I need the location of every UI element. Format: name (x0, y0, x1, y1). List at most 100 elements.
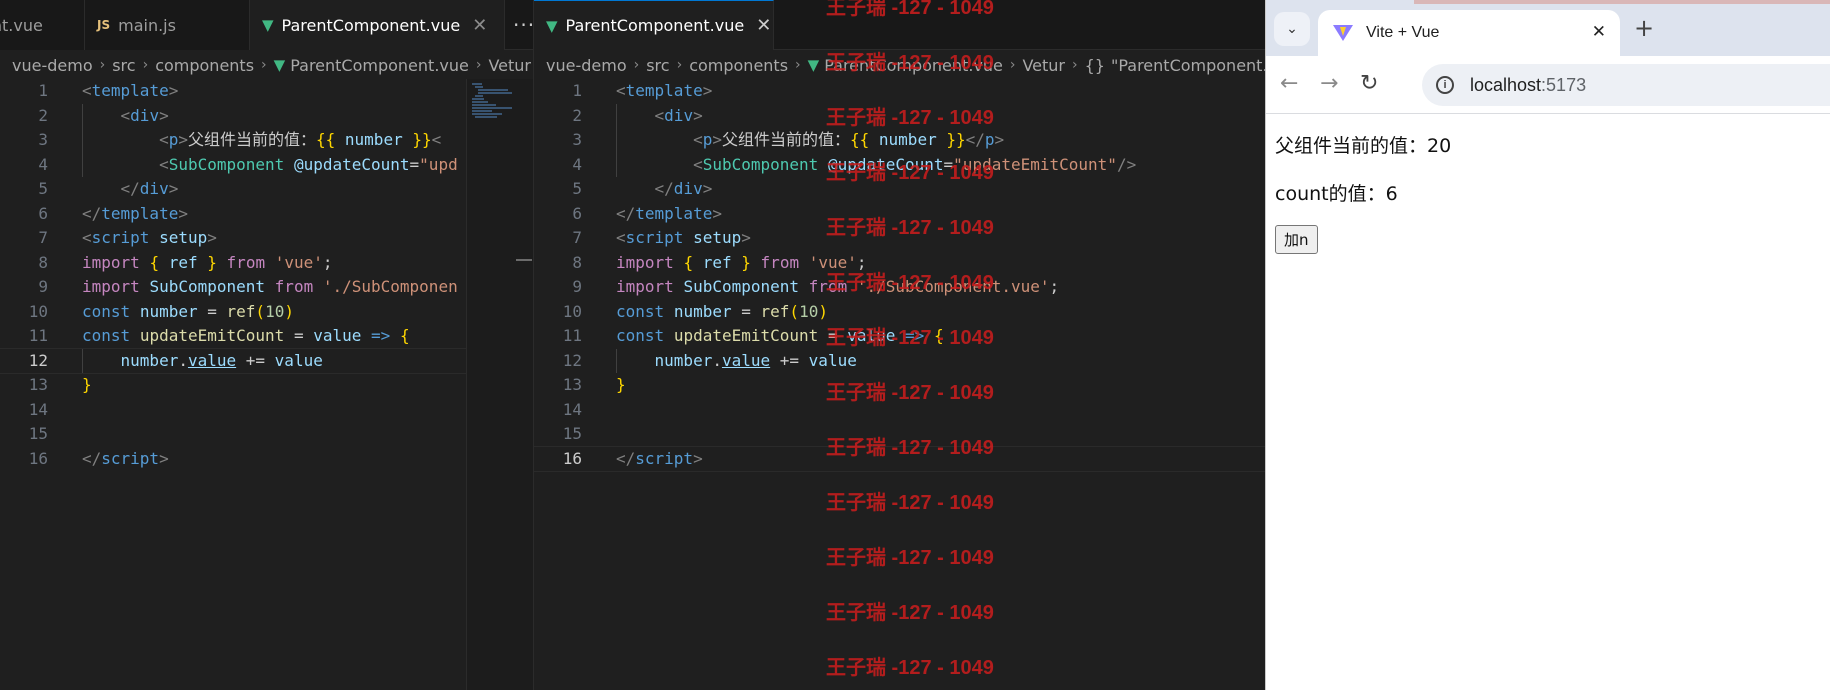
line-number: 9 (38, 277, 48, 296)
breadcrumb-item[interactable]: src (646, 56, 669, 75)
tab-label: ent.vue (0, 15, 43, 35)
line-number: 14 (28, 399, 48, 419)
line-number: 14 (562, 399, 582, 419)
breadcrumb-item[interactable]: vue-demo (546, 56, 627, 75)
vue-file-icon: ▼ (273, 56, 286, 74)
parent-value-text: 父组件当前的值：20 (1275, 135, 1452, 157)
breadcrumb-item[interactable]: vue-demo (12, 56, 93, 75)
chevron-right-icon: › (676, 57, 683, 73)
code-line: number.value += value (654, 350, 857, 370)
breadcrumb-item[interactable]: "ParentComponent.vu (1111, 56, 1265, 75)
line-number: 1 (572, 81, 582, 100)
line-number: 2 (38, 105, 48, 125)
window-titlebar-accent (1414, 0, 1830, 4)
code-line: <template> (82, 81, 179, 100)
tab-subcomponent[interactable]: ent.vue (0, 0, 85, 50)
breadcrumb-item[interactable]: Vetur (488, 56, 531, 75)
tab-label: ParentComponent.vue (565, 16, 745, 35)
forward-arrow-icon[interactable]: → (1320, 71, 1338, 96)
breadcrumb: vue-demo › src › components › ▼ ParentCo… (0, 51, 533, 79)
right-tab-bar: ▼ ParentComponent.vue ✕ (534, 0, 1265, 50)
minimap[interactable] (466, 79, 533, 690)
code-line: <script setup> (616, 228, 751, 247)
add-n-button[interactable]: 加n (1275, 225, 1318, 254)
breadcrumb-item[interactable]: src (112, 56, 135, 75)
line-number: 3 (572, 130, 582, 149)
code-line: number.value += value (120, 350, 323, 370)
browser-window: ⌄ Vite + Vue ✕ + ← → ↻ i localhost:5173 … (1265, 0, 1830, 690)
new-tab-icon[interactable]: + (1634, 14, 1654, 42)
tab-parent-component[interactable]: ▼ ParentComponent.vue ✕ (534, 0, 774, 50)
site-info-icon[interactable]: i (1436, 76, 1454, 94)
browser-tab-title: Vite + Vue (1366, 24, 1440, 41)
tab-label: ParentComponent.vue (281, 15, 461, 35)
close-icon[interactable]: ✕ (756, 15, 771, 36)
close-tab-icon[interactable]: ✕ (1592, 22, 1606, 42)
code-line: <SubComponent @updateCount="upd (159, 154, 458, 174)
code-line: </script> (616, 448, 703, 468)
browser-toolbar: ← → ↻ i localhost:5173 (1266, 56, 1830, 114)
line-number: 10 (562, 301, 582, 321)
code-line: <div> (654, 105, 703, 125)
code-line: } (82, 375, 92, 394)
line-number: 8 (38, 252, 48, 272)
scrollbar-thumb[interactable] (516, 259, 532, 261)
code-line: const updateEmitCount = value => { (616, 326, 944, 345)
address-bar[interactable]: i localhost:5173 (1422, 64, 1830, 106)
chevron-right-icon: › (142, 57, 149, 73)
line-number: 2 (572, 105, 582, 125)
line-number: 8 (572, 252, 582, 272)
line-number: 12 (562, 350, 582, 370)
line-number: 12 (28, 350, 48, 370)
code-line: <SubComponent @updateCount="updateEmitCo… (693, 154, 1137, 174)
code-line: import SubComponent from './SubComponen (82, 277, 458, 296)
tab-main-js[interactable]: JS main.js (85, 0, 250, 50)
code-line: import { ref } from 'vue'; (82, 252, 333, 272)
line-number: 6 (38, 203, 48, 223)
line-number: 15 (562, 424, 582, 443)
code-line: const updateEmitCount = value => { (82, 326, 410, 345)
line-number: 7 (38, 228, 48, 247)
line-number: 3 (38, 130, 48, 149)
vue-file-icon: ▼ (262, 16, 274, 34)
count-value-text: count的值：6 (1275, 183, 1398, 205)
vue-file-icon: ▼ (807, 56, 820, 74)
url-host: localhost (1470, 74, 1542, 95)
line-number: 16 (28, 448, 48, 468)
breadcrumb-item[interactable]: components (689, 56, 788, 75)
code-line: const number = ref(10) (616, 301, 828, 321)
back-arrow-icon[interactable]: ← (1280, 71, 1298, 96)
breadcrumb-item[interactable]: Vetur (1022, 56, 1065, 75)
browser-tab[interactable]: Vite + Vue ✕ (1318, 10, 1620, 56)
reload-icon[interactable]: ↻ (1360, 71, 1378, 96)
code-line: </div> (120, 179, 179, 198)
right-editor-pane: ▼ ParentComponent.vue ✕ vue-demo › src ›… (533, 0, 1265, 690)
tab-parent-component[interactable]: ▼ ParentComponent.vue ✕ (250, 0, 505, 50)
code-line: </script> (82, 448, 169, 468)
line-number: 5 (572, 179, 582, 198)
js-file-icon: JS (97, 18, 111, 32)
tab-search-chevron-icon[interactable]: ⌄ (1274, 12, 1310, 46)
code-line: </template> (616, 203, 722, 223)
code-line: <template> (616, 81, 713, 100)
breadcrumb-item[interactable]: ParentComponent.vue (824, 56, 1003, 75)
line-number: 9 (572, 277, 582, 296)
chevron-right-icon: › (633, 57, 640, 73)
line-number: 13 (28, 375, 48, 394)
breadcrumb-item[interactable]: components (155, 56, 254, 75)
line-number: 7 (572, 228, 582, 247)
line-number: 4 (38, 154, 48, 174)
code-line: <p>父组件当前的值：{{ number }}< (159, 130, 442, 149)
line-number: 15 (28, 424, 48, 443)
code-line: import { ref } from 'vue'; (616, 252, 867, 272)
more-actions-icon[interactable]: ··· (513, 0, 533, 50)
vue-file-icon: ▼ (546, 16, 558, 35)
line-number: 6 (572, 203, 582, 223)
left-editor-pane: ent.vue JS main.js ▼ ParentComponent.vue… (0, 0, 533, 690)
breadcrumb-item[interactable]: ParentComponent.vue (290, 56, 469, 75)
page-content: 父组件当前的值：20 count的值：6 加n (1275, 134, 1451, 254)
chevron-right-icon: › (795, 57, 801, 73)
line-number: 11 (28, 326, 48, 345)
chevron-right-icon: › (99, 57, 106, 73)
close-icon[interactable]: ✕ (472, 15, 487, 36)
